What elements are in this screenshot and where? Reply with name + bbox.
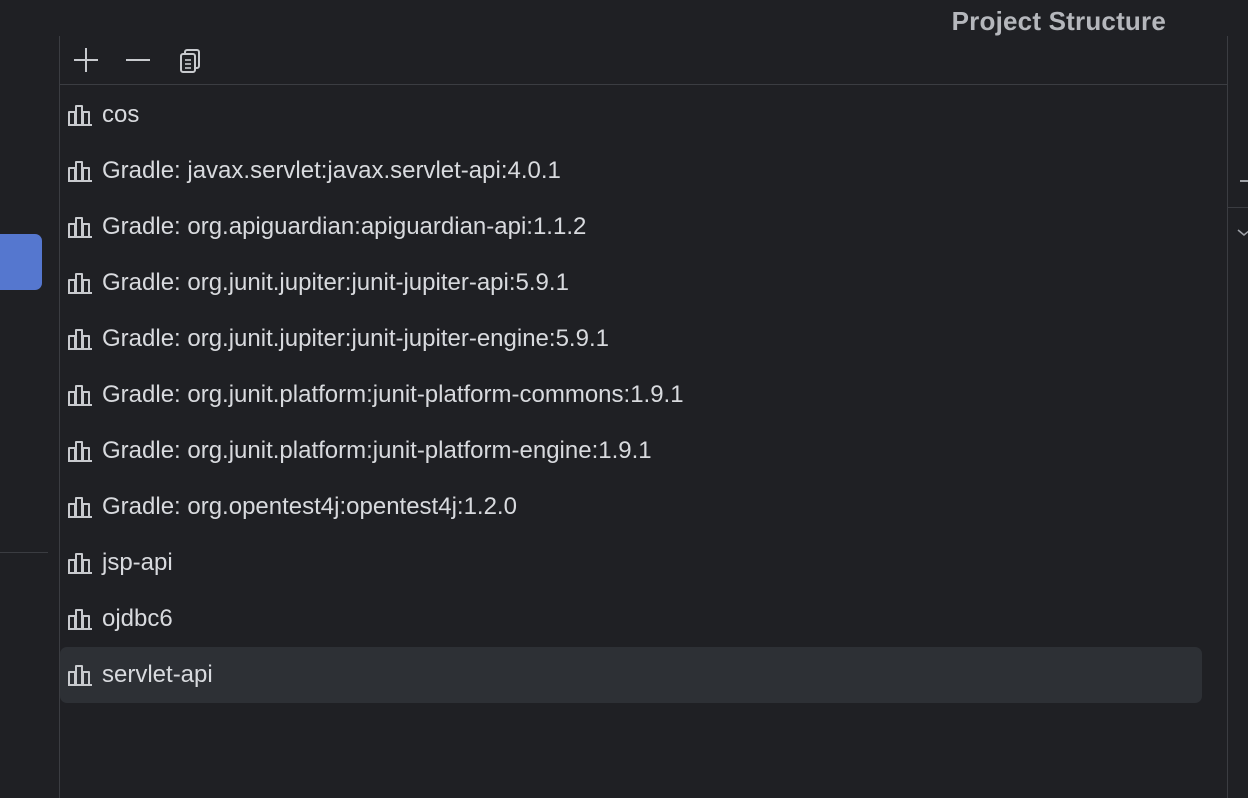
library-icon bbox=[66, 495, 94, 519]
sidebar-divider bbox=[0, 552, 48, 553]
add-button[interactable] bbox=[70, 46, 102, 74]
library-icon bbox=[66, 103, 94, 127]
library-icon bbox=[66, 383, 94, 407]
list-item[interactable]: ojdbc6 bbox=[60, 591, 1202, 647]
library-label: ojdbc6 bbox=[102, 605, 173, 632]
library-label: jsp-api bbox=[102, 549, 173, 576]
remove-button[interactable] bbox=[122, 46, 154, 74]
libraries-toolbar bbox=[60, 36, 1227, 85]
library-icon bbox=[66, 327, 94, 351]
library-label: cos bbox=[102, 101, 140, 128]
library-label: servlet-api bbox=[102, 661, 213, 688]
copy-icon bbox=[180, 49, 200, 73]
libraries-panel: cos Gradle: javax.servlet:javax.servlet-… bbox=[59, 36, 1228, 798]
library-icon bbox=[66, 663, 94, 687]
list-item[interactable]: Gradle: org.junit.jupiter:junit-jupiter-… bbox=[60, 311, 1202, 367]
list-item[interactable]: cos bbox=[60, 87, 1202, 143]
list-item[interactable]: Gradle: org.junit.platform:junit-platfor… bbox=[60, 423, 1202, 479]
library-label: Gradle: org.junit.jupiter:junit-jupiter-… bbox=[102, 269, 569, 296]
library-icon bbox=[66, 271, 94, 295]
library-icon bbox=[66, 439, 94, 463]
sidebar-selected-item[interactable] bbox=[0, 234, 42, 290]
right-panel-tick bbox=[1240, 180, 1248, 182]
list-item[interactable]: Gradle: org.apiguardian:apiguardian-api:… bbox=[60, 199, 1202, 255]
project-structure-window: Project Structure cos Gradle: javax.serv… bbox=[0, 0, 1248, 798]
copy-button[interactable] bbox=[174, 46, 206, 74]
list-item[interactable]: Gradle: org.junit.jupiter:junit-jupiter-… bbox=[60, 255, 1202, 311]
plus-icon bbox=[74, 48, 98, 72]
library-icon bbox=[66, 159, 94, 183]
right-panel-divider bbox=[1227, 207, 1248, 208]
library-icon bbox=[66, 607, 94, 631]
library-label: Gradle: org.opentest4j:opentest4j:1.2.0 bbox=[102, 493, 517, 520]
minus-icon bbox=[126, 59, 150, 61]
library-label: Gradle: org.junit.platform:junit-platfor… bbox=[102, 437, 652, 464]
library-label: Gradle: javax.servlet:javax.servlet-api:… bbox=[102, 157, 561, 184]
library-icon bbox=[66, 215, 94, 239]
list-item[interactable]: Gradle: org.opentest4j:opentest4j:1.2.0 bbox=[60, 479, 1202, 535]
list-item-selected[interactable]: servlet-api bbox=[60, 647, 1202, 703]
window-title: Project Structure bbox=[951, 6, 1166, 36]
library-label: Gradle: org.junit.platform:junit-platfor… bbox=[102, 381, 684, 408]
list-item[interactable]: Gradle: org.junit.platform:junit-platfor… bbox=[60, 367, 1202, 423]
library-label: Gradle: org.junit.jupiter:junit-jupiter-… bbox=[102, 325, 609, 352]
chevron-down-icon[interactable] bbox=[1236, 226, 1248, 238]
library-label: Gradle: org.apiguardian:apiguardian-api:… bbox=[102, 213, 587, 240]
list-item[interactable]: jsp-api bbox=[60, 535, 1202, 591]
libraries-list: cos Gradle: javax.servlet:javax.servlet-… bbox=[60, 85, 1227, 703]
library-icon bbox=[66, 551, 94, 575]
list-item[interactable]: Gradle: javax.servlet:javax.servlet-api:… bbox=[60, 143, 1202, 199]
